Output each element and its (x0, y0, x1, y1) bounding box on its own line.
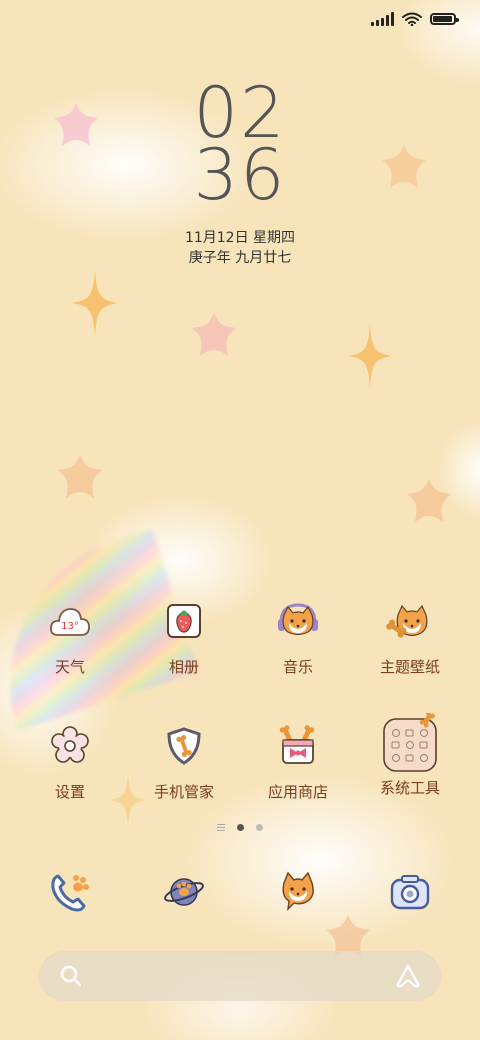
shiba-bone-icon (385, 596, 435, 646)
date-display: 11月12日 星期四 庚子年 九月廿七 (0, 228, 480, 268)
orange-star-decoration (58, 455, 102, 498)
sparkle-decoration (347, 324, 393, 388)
planet-paw-icon (158, 866, 210, 918)
shield-bone-icon (159, 721, 209, 771)
shiba-headphones-icon (273, 596, 323, 646)
folder-icon (382, 713, 438, 772)
app-phone-manager[interactable]: 手机管家 (134, 721, 234, 802)
camera-icon (384, 866, 436, 918)
search-icon[interactable] (59, 964, 83, 988)
dock-messages[interactable] (248, 866, 348, 918)
page-dot[interactable] (256, 824, 263, 831)
app-label: 主题壁纸 (379, 658, 440, 676)
app-label: 设置 (54, 783, 85, 801)
pink-star-decoration (192, 313, 236, 356)
app-weather[interactable]: 13° 天气 (20, 596, 120, 677)
dock-camera[interactable] (360, 866, 460, 918)
app-folder-system-tools[interactable]: 系统工具 (360, 712, 460, 798)
phone-paw-icon (44, 866, 96, 918)
wifi-icon (402, 12, 422, 26)
cloud-icon: 13° (45, 596, 95, 646)
app-themes[interactable]: 主题壁纸 (360, 596, 460, 677)
app-music[interactable]: 音乐 (248, 596, 348, 677)
page-indicator[interactable] (0, 824, 480, 831)
shiba-chat-icon (272, 866, 324, 918)
app-label: 音乐 (282, 658, 313, 676)
signal-icon (371, 12, 394, 26)
gift-box-icon (273, 721, 323, 771)
app-label: 天气 (54, 658, 85, 676)
dock-browser[interactable] (134, 866, 234, 918)
search-bar[interactable] (39, 951, 441, 1001)
app-store[interactable]: 应用商店 (248, 721, 348, 802)
weather-temperature: 13° (61, 621, 79, 632)
app-label: 系统工具 (379, 779, 440, 797)
dock-phone[interactable] (20, 866, 120, 918)
app-label: 应用商店 (267, 783, 328, 801)
status-bar (371, 12, 459, 26)
app-label: 相册 (168, 658, 199, 676)
app-label: 手机管家 (153, 783, 214, 801)
orange-star-decoration (407, 479, 451, 522)
page-dot-active[interactable] (237, 824, 244, 831)
clock-minute: 36 (193, 134, 287, 216)
app-drawer-icon[interactable] (217, 824, 225, 831)
app-settings[interactable]: 设置 (20, 721, 120, 802)
date-lunar: 庚子年 九月廿七 (188, 250, 292, 266)
strawberry-album-icon (159, 596, 209, 646)
flower-gear-icon (45, 721, 95, 771)
date-gregorian: 11月12日 星期四 (184, 230, 296, 246)
assistant-icon[interactable] (395, 963, 421, 989)
app-gallery[interactable]: 相册 (134, 596, 234, 677)
lockscreen-clock: 02 36 (0, 78, 480, 216)
battery-icon (430, 13, 459, 25)
sparkle-decoration (72, 270, 118, 336)
